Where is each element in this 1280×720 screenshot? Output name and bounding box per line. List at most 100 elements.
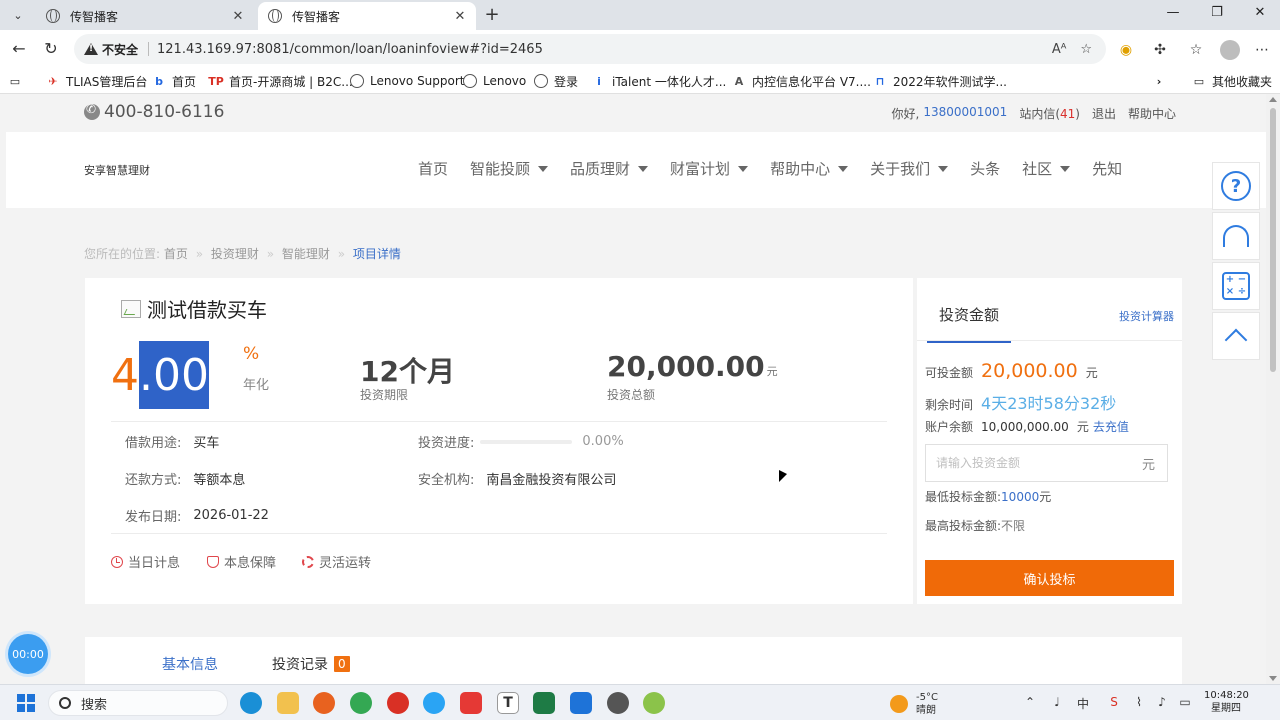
- nav-item[interactable]: 社区: [1022, 158, 1071, 179]
- bookmark-item[interactable]: i iTalent 一体化人才...: [592, 72, 726, 90]
- windows-start-icon[interactable]: [17, 694, 35, 712]
- invest-amount-input[interactable]: [936, 456, 1142, 470]
- user-links: 你好, 13800001001 站内信(41) 退出 帮助中心: [892, 105, 1177, 122]
- tab-invest-amount[interactable]: 投资金额: [927, 304, 1011, 343]
- repay-method: 还款方式: 等额本息: [125, 473, 246, 488]
- browser-tab-2[interactable]: 传智播客 ✕: [258, 2, 476, 30]
- logout-link[interactable]: 退出: [1092, 105, 1116, 122]
- scrollbar-thumb[interactable]: [1270, 108, 1276, 372]
- read-aloud-icon[interactable]: Aᴬ: [1052, 42, 1067, 57]
- edge-app-icon[interactable]: [240, 692, 262, 714]
- close-tab-icon[interactable]: ✕: [230, 9, 246, 24]
- collections-icon[interactable]: ▭: [8, 72, 28, 90]
- customer-service-button[interactable]: [1212, 212, 1260, 260]
- calculator-button[interactable]: + − × ÷: [1212, 262, 1260, 310]
- security-org: 安全机构: 南昌金融投资有限公司: [418, 473, 617, 488]
- file-explorer-icon[interactable]: [277, 692, 299, 714]
- recording-timer[interactable]: 00:00: [8, 634, 48, 674]
- breadcrumb-smart[interactable]: 智能理财: [282, 247, 330, 261]
- caret-down-icon: [938, 165, 949, 172]
- volume-icon[interactable]: ♪: [1153, 695, 1171, 709]
- new-tab-button[interactable]: +: [482, 4, 502, 25]
- hotline: 400-810-6116: [84, 102, 224, 122]
- favorites-icon[interactable]: ☆: [1186, 40, 1206, 60]
- firefox-app-icon[interactable]: [313, 692, 335, 714]
- greeting: 你好,: [891, 107, 920, 121]
- bookmark-item[interactable]: ✈ TLIAS管理后台: [46, 72, 147, 90]
- favorite-star-icon[interactable]: ☆: [1080, 42, 1092, 57]
- clock-app-icon[interactable]: [607, 692, 629, 714]
- excel-app-icon[interactable]: [533, 692, 555, 714]
- profile-avatar[interactable]: [1220, 40, 1240, 60]
- microphone-icon[interactable]: ♩: [1048, 695, 1066, 709]
- page-scrollbar[interactable]: [1266, 94, 1280, 684]
- tab-actions-menu[interactable]: ⌄: [6, 4, 30, 26]
- maximize-button[interactable]: ❐: [1207, 5, 1227, 20]
- other-bookmarks-folder[interactable]: ▭ 其他收藏夹: [1192, 72, 1272, 90]
- close-tab-icon[interactable]: ✕: [452, 9, 468, 24]
- chrome-app-icon[interactable]: [350, 692, 372, 714]
- bookmark-item[interactable]: ⊓ 2022年软件测试学...: [873, 72, 1007, 90]
- inbox-link[interactable]: 站内信(41): [1019, 105, 1080, 122]
- help-button[interactable]: ?: [1212, 162, 1260, 210]
- breadcrumb-home[interactable]: 首页: [164, 247, 188, 261]
- close-window-button[interactable]: ✕: [1250, 5, 1270, 20]
- invest-calculator-link[interactable]: 投资计算器: [1119, 308, 1174, 324]
- caret-down-icon: [638, 165, 649, 172]
- ime-indicator[interactable]: 中: [1074, 695, 1092, 712]
- input-method-icon[interactable]: S: [1105, 695, 1123, 709]
- extension-icon[interactable]: ◉: [1116, 40, 1136, 60]
- minimize-button[interactable]: —: [1163, 5, 1183, 20]
- nav-item[interactable]: 帮助中心: [770, 158, 849, 179]
- taskbar-search[interactable]: 搜索: [48, 690, 228, 716]
- inbox-count: 41: [1060, 107, 1076, 121]
- taskbar-clock[interactable]: 10:48:20 星期四: [1204, 689, 1249, 715]
- nav-item[interactable]: 头条: [970, 158, 1000, 179]
- weather-widget[interactable]: -5°C 晴朗: [890, 691, 938, 717]
- sun-icon: [890, 695, 908, 713]
- chat-app-icon[interactable]: [423, 692, 445, 714]
- bookmark-item[interactable]: A 内控信息化平台 V7....: [732, 72, 871, 90]
- bookmarks-overflow-chevron-icon[interactable]: ›: [1152, 72, 1172, 90]
- invest-amount-field[interactable]: 元: [925, 444, 1168, 482]
- confirm-bid-button[interactable]: 确认投标: [925, 560, 1174, 596]
- typora-app-icon[interactable]: T: [497, 692, 519, 714]
- bookmark-item[interactable]: Lenovo: [463, 72, 526, 90]
- nav-item[interactable]: 关于我们: [870, 158, 949, 179]
- address-bar[interactable]: 不安全 121.43.169.97:8081/common/loan/loani…: [74, 34, 1106, 64]
- browser-tab-1[interactable]: 传智播客 ✕: [36, 2, 254, 30]
- caret-down-icon: [538, 165, 549, 172]
- annual-rate: 4.00: [111, 340, 209, 410]
- nav-item[interactable]: 品质理财: [570, 158, 649, 179]
- insecure-label[interactable]: 不安全: [102, 41, 138, 58]
- tab-basic-info[interactable]: 基本信息: [162, 654, 218, 674]
- help-center-link[interactable]: 帮助中心: [1128, 105, 1176, 122]
- cycle-icon: [302, 555, 314, 568]
- site-logo[interactable]: 安享智慧理财: [84, 162, 150, 178]
- extensions-puzzle-icon[interactable]: ✣: [1150, 40, 1170, 60]
- tab-invest-records[interactable]: 投资记录 0: [272, 654, 350, 674]
- breadcrumb-invest[interactable]: 投资理财: [211, 247, 259, 261]
- pdf-app-icon[interactable]: [387, 692, 409, 714]
- app-icon[interactable]: [643, 692, 665, 714]
- tray-chevron-up-icon[interactable]: ⌃: [1021, 695, 1039, 709]
- reload-button[interactable]: ↻: [40, 38, 62, 60]
- url-text[interactable]: 121.43.169.97:8081/common/loan/loaninfov…: [157, 42, 1052, 57]
- nav-item[interactable]: 财富计划: [670, 158, 749, 179]
- recharge-link[interactable]: 去充值: [1093, 418, 1129, 435]
- bookmark-item[interactable]: Lenovo Support: [350, 72, 465, 90]
- wifi-icon[interactable]: ⌇: [1130, 695, 1148, 709]
- back-button[interactable]: ←: [8, 38, 30, 60]
- bookmark-item[interactable]: b 首页: [152, 72, 196, 90]
- nav-item[interactable]: 首页: [418, 158, 448, 179]
- nav-item[interactable]: 智能投顾: [470, 158, 549, 179]
- bookmark-item[interactable]: TP 首页-开源商城 | B2C...: [208, 72, 352, 90]
- back-to-top-button[interactable]: [1212, 312, 1260, 360]
- battery-icon[interactable]: ▭: [1176, 695, 1194, 709]
- nav-item[interactable]: 先知: [1092, 158, 1122, 179]
- more-menu-icon[interactable]: ⋯: [1252, 40, 1272, 60]
- username-link[interactable]: 13800001001: [923, 105, 1007, 122]
- bookmark-item[interactable]: 登录: [534, 72, 578, 90]
- app-icon[interactable]: [570, 692, 592, 714]
- xmind-app-icon[interactable]: [460, 692, 482, 714]
